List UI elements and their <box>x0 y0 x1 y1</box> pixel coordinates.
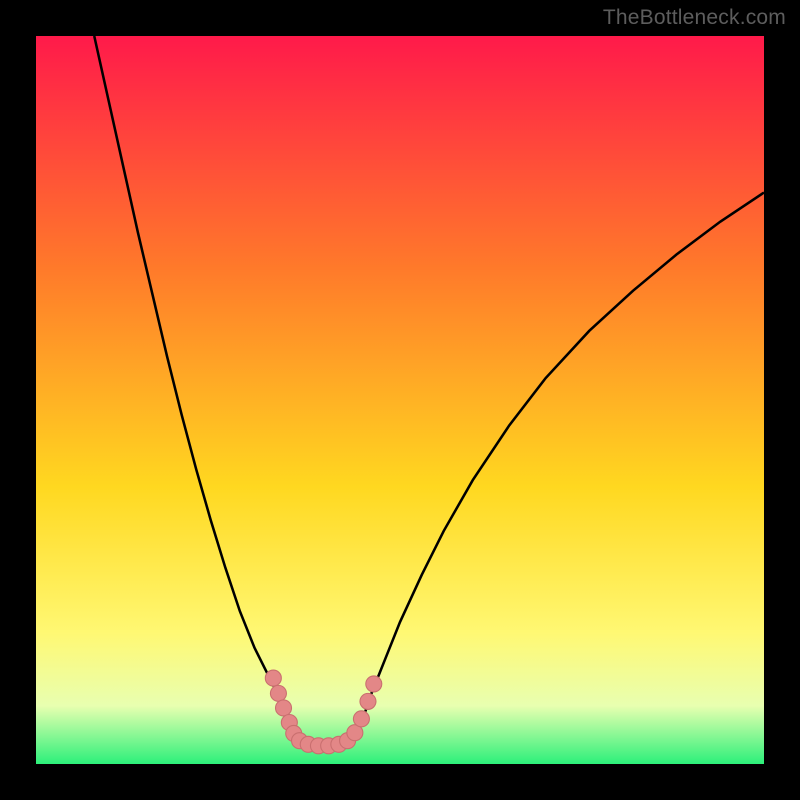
marker-dot <box>353 711 369 727</box>
marker-dot <box>366 676 382 692</box>
plot-area <box>36 36 764 764</box>
curve-layer <box>36 36 764 764</box>
marker-dot <box>270 685 286 701</box>
watermark-text: TheBottleneck.com <box>603 6 786 30</box>
marker-cluster <box>265 670 381 754</box>
marker-dot <box>360 693 376 709</box>
chart-frame: TheBottleneck.com <box>0 0 800 800</box>
marker-dot <box>276 700 292 716</box>
bottleneck-curve <box>94 36 764 747</box>
marker-dot <box>265 670 281 686</box>
